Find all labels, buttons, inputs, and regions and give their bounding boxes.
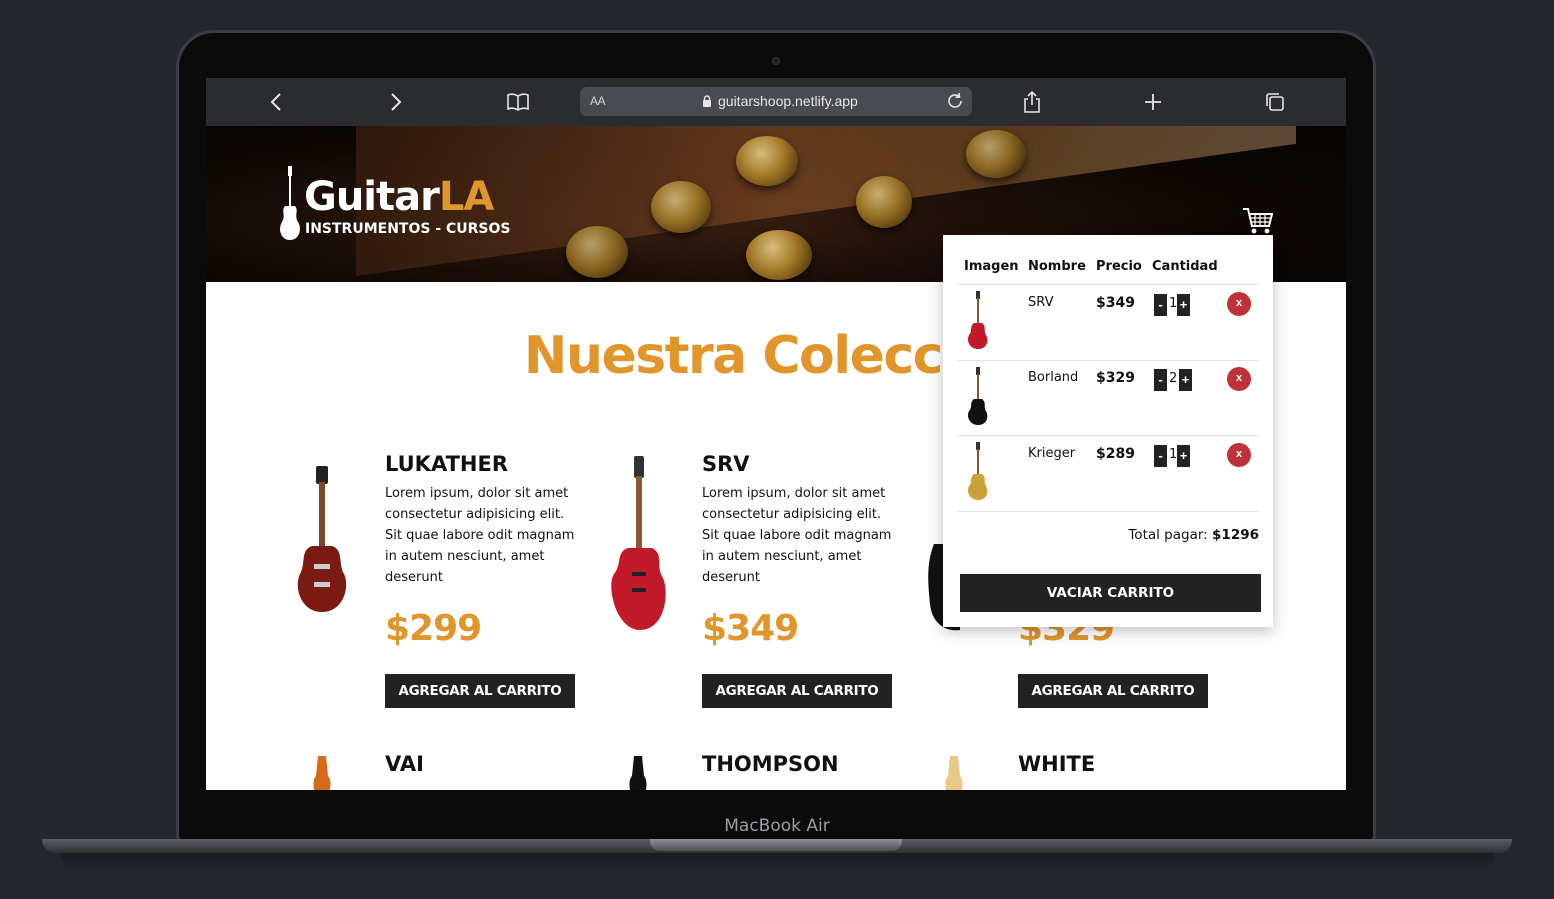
cart-header-quantity: Cantidad	[1152, 259, 1218, 274]
add-to-cart-button[interactable]: AGREGAR AL CARRITO	[385, 674, 575, 708]
increase-quantity-button[interactable]: +	[1177, 445, 1190, 467]
remove-item-button[interactable]: x	[1227, 292, 1251, 316]
cart-item-price: $349	[1096, 295, 1135, 311]
decrease-quantity-button[interactable]: -	[1154, 445, 1167, 467]
browser-toolbar: AA guitarshoop.netlify.app	[206, 78, 1346, 126]
cart-header-name: Nombre	[1028, 259, 1086, 274]
cart-item-name: Krieger	[1028, 446, 1076, 461]
cart-item-name: SRV	[1028, 295, 1054, 310]
product-image[interactable]	[310, 756, 334, 790]
cart-header-price: Precio	[1096, 259, 1142, 274]
cart-icon[interactable]	[1242, 206, 1274, 236]
laptop-shadow	[60, 853, 1494, 871]
product-name: SRV	[702, 452, 750, 476]
increase-quantity-button[interactable]: +	[1177, 294, 1190, 316]
divider	[957, 284, 1259, 285]
product-description: Lorem ipsum, dolor sit amet consectetur …	[385, 486, 575, 585]
cart-item-name: Borland	[1028, 370, 1079, 385]
add-to-cart-button[interactable]: AGREGAR AL CARRITO	[702, 674, 892, 708]
logo-main-text: Guitar	[304, 174, 440, 220]
cart-total: Total pagar: $1296	[1128, 527, 1259, 543]
divider	[957, 360, 1259, 361]
product-image[interactable]	[608, 456, 672, 634]
laptop-notch	[650, 839, 902, 851]
new-tab-icon[interactable]	[1141, 90, 1165, 114]
product-name: VAI	[385, 752, 424, 776]
device-label: MacBook Air	[724, 816, 830, 836]
cart-item-image	[968, 291, 988, 349]
logo-tagline: INSTRUMENTOS - CURSOS	[305, 221, 511, 237]
camera	[772, 57, 780, 65]
divider	[957, 511, 1259, 512]
product-name: THOMPSON	[702, 752, 839, 776]
product-name: LUKATHER	[385, 452, 508, 476]
remove-item-button[interactable]: x	[1227, 443, 1251, 467]
text-size-button[interactable]: AA	[590, 94, 606, 108]
remove-item-button[interactable]: x	[1227, 367, 1251, 391]
cart-dropdown: Imagen Nombre Precio Cantidad SRV $349 -…	[943, 235, 1273, 627]
back-icon[interactable]	[264, 90, 288, 114]
logo-wordmark: GuitarLA	[304, 174, 494, 220]
forward-icon[interactable]	[384, 90, 408, 114]
share-icon[interactable]	[1020, 90, 1044, 114]
product-name: WHITE	[1018, 752, 1096, 776]
cart-item-quantity: 2	[1169, 371, 1178, 386]
add-to-cart-button[interactable]: AGREGAR AL CARRITO	[1018, 674, 1208, 708]
product-price: $299	[385, 608, 482, 649]
empty-cart-button[interactable]: VACIAR CARRITO	[960, 574, 1261, 612]
product-price: $349	[702, 608, 799, 649]
product-description: Lorem ipsum, dolor sit amet consectetur …	[702, 486, 892, 585]
total-value: $1296	[1212, 527, 1259, 543]
reload-icon[interactable]	[944, 90, 966, 112]
address-bar[interactable]: AA guitarshoop.netlify.app	[580, 87, 972, 116]
logo-accent-text: LA	[438, 174, 494, 220]
decrease-quantity-button[interactable]: -	[1154, 294, 1167, 316]
lock-icon	[703, 95, 711, 107]
decrease-quantity-button[interactable]: -	[1154, 369, 1167, 391]
bookmarks-icon[interactable]	[506, 90, 530, 114]
increase-quantity-button[interactable]: +	[1179, 369, 1192, 391]
cart-item-price: $289	[1096, 446, 1135, 462]
tabs-icon[interactable]	[1263, 90, 1287, 114]
product-image[interactable]	[294, 466, 350, 616]
cart-item-price: $329	[1096, 370, 1135, 386]
total-label: Total pagar:	[1128, 527, 1208, 543]
cart-item-image	[968, 442, 988, 500]
url-text: guitarshoop.netlify.app	[718, 93, 858, 109]
guitar-logo-icon	[280, 166, 300, 240]
product-image[interactable]	[942, 756, 966, 790]
screen: AA guitarshoop.netlify.app GuitarLA INST…	[206, 78, 1346, 790]
cart-item-image	[968, 367, 988, 425]
cart-header-image: Imagen	[964, 259, 1019, 274]
divider	[957, 435, 1259, 436]
product-image[interactable]	[626, 756, 650, 790]
